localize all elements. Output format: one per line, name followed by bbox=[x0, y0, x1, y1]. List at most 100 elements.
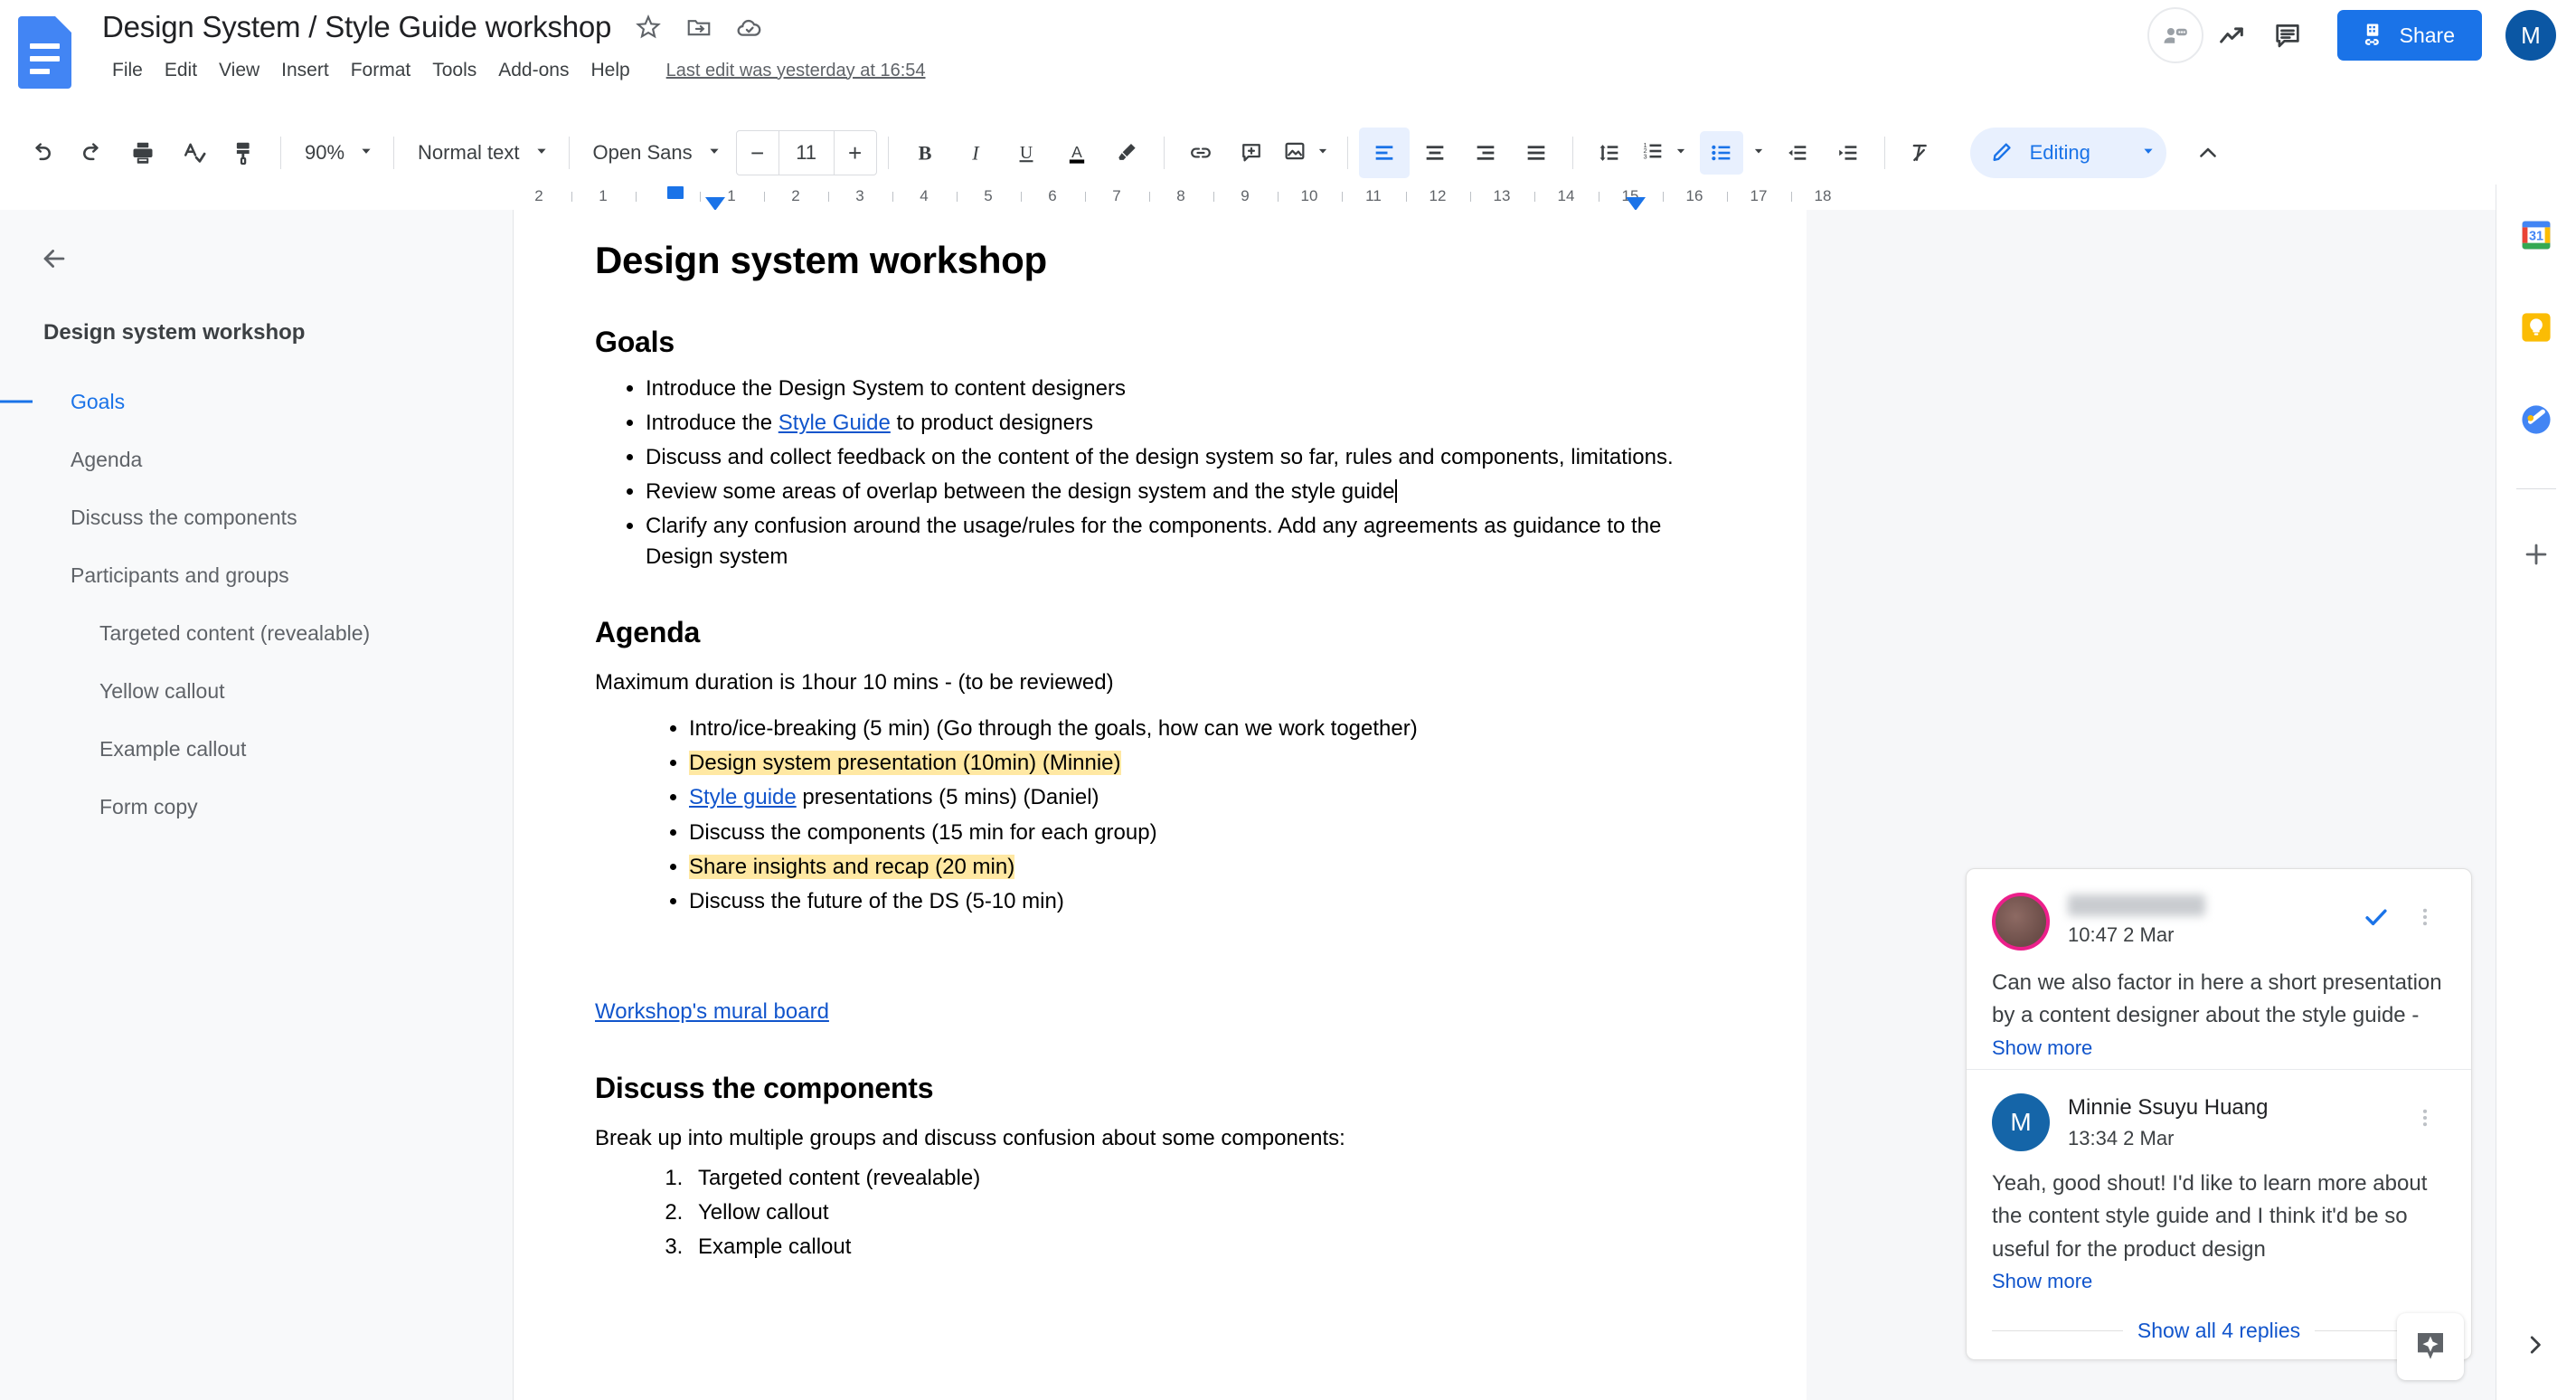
google-docs-logo-icon[interactable] bbox=[18, 16, 71, 89]
cloud-saved-icon[interactable] bbox=[730, 7, 769, 47]
google-tasks-icon[interactable] bbox=[2509, 393, 2563, 447]
outline-item-form-copy[interactable]: Form copy bbox=[0, 778, 513, 836]
show-all-replies-link[interactable]: Show all 4 replies bbox=[2137, 1319, 2300, 1343]
undo-icon[interactable] bbox=[16, 128, 67, 178]
list-item[interactable]: Design system presentation (10min) (Minn… bbox=[689, 748, 1725, 779]
text-color-icon[interactable]: A bbox=[1052, 128, 1102, 178]
list-item[interactable]: Intro/ice-breaking (5 min) (Go through t… bbox=[689, 714, 1725, 744]
list-item[interactable]: Share insights and recap (20 min) bbox=[689, 852, 1725, 883]
menu-format[interactable]: Format bbox=[340, 56, 422, 85]
outline-item-example-callout[interactable]: Example callout bbox=[0, 720, 513, 778]
align-right-icon[interactable] bbox=[1460, 128, 1511, 178]
outline-item-participants-and-groups[interactable]: Participants and groups bbox=[0, 546, 513, 604]
expand-panel-chevron-right-icon[interactable] bbox=[2515, 1324, 2556, 1366]
inline-link[interactable]: Style Guide bbox=[778, 411, 891, 435]
open-comments-icon[interactable] bbox=[2260, 7, 2316, 63]
list-item[interactable]: Discuss and collect feedback on the cont… bbox=[646, 442, 1725, 473]
align-justify-icon[interactable] bbox=[1511, 128, 1562, 178]
list-item[interactable]: Targeted content (revealable) bbox=[689, 1163, 1725, 1194]
inline-link[interactable]: Style guide bbox=[689, 785, 797, 809]
increase-indent-icon[interactable] bbox=[1823, 128, 1873, 178]
line-spacing-icon[interactable] bbox=[1584, 128, 1635, 178]
last-edit-status[interactable]: Last edit was yesterday at 16:54 bbox=[666, 61, 926, 81]
font-size-decrease-button[interactable]: − bbox=[737, 131, 778, 175]
show-more-link[interactable]: Show more bbox=[1992, 1036, 2092, 1060]
font-size-increase-button[interactable]: + bbox=[835, 131, 876, 175]
bulleted-list-dropdown[interactable] bbox=[1694, 129, 1772, 176]
menu-edit[interactable]: Edit bbox=[154, 56, 208, 85]
menu-help[interactable]: Help bbox=[580, 56, 640, 85]
list-item[interactable]: Yellow callout bbox=[689, 1197, 1725, 1228]
menu-add-ons[interactable]: Add-ons bbox=[487, 56, 580, 85]
align-left-icon[interactable] bbox=[1358, 128, 1410, 178]
google-keep-icon[interactable] bbox=[2509, 300, 2563, 355]
font-family-dropdown[interactable]: Open Sans bbox=[580, 129, 731, 176]
list-item[interactable]: Introduce the Design System to content d… bbox=[646, 374, 1725, 404]
menu-insert[interactable]: Insert bbox=[270, 56, 340, 85]
menu-tools[interactable]: Tools bbox=[421, 56, 487, 85]
highlight-color-icon[interactable] bbox=[1102, 128, 1153, 178]
presence-chat-icon[interactable] bbox=[2147, 7, 2203, 63]
outline-item-discuss-the-components[interactable]: Discuss the components bbox=[0, 488, 513, 546]
list-item[interactable]: Example callout bbox=[689, 1232, 1725, 1263]
mural-board-link[interactable]: Workshop's mural board bbox=[595, 999, 829, 1024]
collapse-toolbar-icon[interactable] bbox=[2183, 128, 2233, 178]
menu-view[interactable]: View bbox=[208, 56, 270, 85]
resolve-check-icon[interactable] bbox=[2355, 896, 2397, 938]
paint-format-icon[interactable] bbox=[219, 128, 269, 178]
comment-card[interactable]: M Minnie Ssuyu Huang 13:34 2 Mar Yeah, good… bbox=[1967, 1068, 2471, 1302]
list-item[interactable]: Discuss the components (15 min for each … bbox=[689, 818, 1725, 848]
activity-dashboard-icon[interactable] bbox=[2203, 7, 2260, 63]
outline-item-yellow-callout[interactable]: Yellow callout bbox=[0, 662, 513, 720]
add-comment-icon[interactable] bbox=[1226, 128, 1277, 178]
list-item[interactable]: Style guide presentations (5 mins) (Dani… bbox=[689, 782, 1725, 813]
account-avatar[interactable]: M bbox=[2505, 10, 2556, 61]
ruler-first-line-indent-handle[interactable] bbox=[667, 186, 684, 199]
menu-file[interactable]: File bbox=[101, 56, 154, 85]
insert-image-dropdown[interactable] bbox=[1277, 129, 1336, 176]
comment-card[interactable]: Jack Munnelly 10:47 2 Mar Can we also fact… bbox=[1967, 869, 2471, 1069]
font-size-value[interactable]: 11 bbox=[778, 131, 835, 175]
more-options-icon[interactable] bbox=[2404, 1097, 2446, 1139]
bold-icon[interactable]: B bbox=[900, 128, 950, 178]
numbered-list-dropdown[interactable]: 1 2 3 bbox=[1635, 129, 1694, 176]
outline-item-targeted-content-revealable[interactable]: Targeted content (revealable) bbox=[0, 604, 513, 662]
document-title[interactable]: Design System / Style Guide workshop bbox=[96, 7, 618, 47]
ruler-left-indent-handle[interactable] bbox=[705, 197, 725, 210]
list-item[interactable]: Discuss the future of the DS (5-10 min) bbox=[689, 886, 1725, 917]
list-item[interactable]: Review some areas of overlap between the… bbox=[646, 477, 1725, 507]
align-center-icon[interactable] bbox=[1410, 128, 1460, 178]
document-page[interactable]: Design system workshop Goals Introduce t… bbox=[514, 210, 1807, 1400]
decrease-indent-icon[interactable] bbox=[1772, 128, 1823, 178]
ruler-right-indent-handle[interactable] bbox=[1626, 197, 1646, 210]
close-outline-icon[interactable] bbox=[31, 235, 78, 282]
add-on-plus-icon[interactable] bbox=[2509, 527, 2563, 582]
google-calendar-icon[interactable]: 31 bbox=[2509, 208, 2563, 262]
more-options-icon[interactable] bbox=[2404, 896, 2446, 938]
underline-icon[interactable]: U bbox=[1001, 128, 1052, 178]
editing-mode-dropdown[interactable]: Editing bbox=[1969, 128, 2166, 178]
outline-item-goals[interactable]: Goals bbox=[0, 373, 513, 430]
redo-icon[interactable] bbox=[67, 128, 118, 178]
zoom-dropdown[interactable]: 90% bbox=[292, 129, 382, 176]
explore-button[interactable] bbox=[2397, 1313, 2464, 1380]
share-button[interactable]: Share bbox=[2336, 10, 2482, 61]
clear-formatting-icon[interactable] bbox=[1896, 128, 1947, 178]
bulleted-list-icon[interactable] bbox=[1699, 131, 1743, 175]
document-canvas[interactable]: Design system workshop Goals Introduce t… bbox=[514, 210, 2496, 1400]
show-all-replies-row[interactable]: Show all 4 replies bbox=[1967, 1302, 2471, 1359]
star-icon[interactable] bbox=[628, 7, 668, 47]
italic-icon[interactable]: I bbox=[950, 128, 1001, 178]
paragraph-style-dropdown[interactable]: Normal text bbox=[405, 129, 557, 176]
spelling-check-icon[interactable] bbox=[168, 128, 219, 178]
comments-panel[interactable]: Jack Munnelly 10:47 2 Mar Can we also fact… bbox=[1966, 868, 2472, 1361]
print-icon[interactable] bbox=[118, 128, 168, 178]
outline-item-agenda[interactable]: Agenda bbox=[0, 430, 513, 488]
move-to-folder-icon[interactable] bbox=[679, 7, 719, 47]
list-item[interactable]: Clarify any confusion around the usage/r… bbox=[646, 511, 1725, 572]
font-size-stepper[interactable]: − 11 + bbox=[735, 130, 877, 175]
insert-link-icon[interactable] bbox=[1175, 128, 1226, 178]
show-more-link[interactable]: Show more bbox=[1992, 1270, 2092, 1293]
document-ruler[interactable]: 2 1 1 2 3 4 5 6 7 8 9 10 11 12 13 14 15 16 17 18 bbox=[0, 184, 2496, 210]
list-item[interactable]: Introduce the Style Guide to product des… bbox=[646, 408, 1725, 439]
